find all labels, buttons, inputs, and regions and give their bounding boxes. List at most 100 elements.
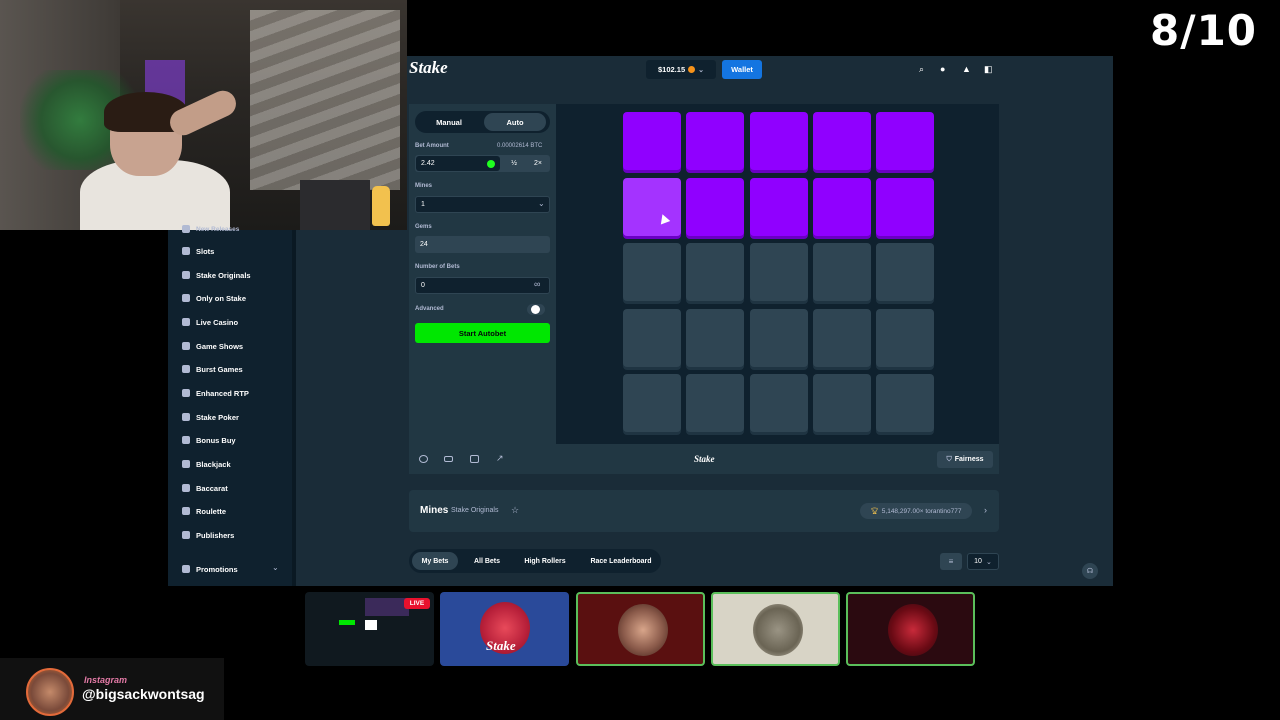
sidebar-item-blackjack[interactable]: Blackjack bbox=[182, 455, 231, 473]
mine-tile[interactable] bbox=[876, 243, 934, 301]
publishers-icon bbox=[182, 531, 190, 539]
sidebar-item-publishers[interactable]: Publishers bbox=[182, 526, 234, 544]
mine-tile[interactable] bbox=[623, 374, 681, 432]
mine-tile[interactable] bbox=[876, 374, 934, 432]
trophy-icon: 🏆︎ bbox=[870, 508, 879, 515]
mine-tile-gem[interactable] bbox=[876, 112, 934, 170]
mines-label: Mines bbox=[415, 183, 433, 189]
sidebar-item-enhanced-rtp[interactable]: Enhanced RTP bbox=[182, 384, 249, 402]
double-bet-button[interactable]: 2× bbox=[528, 156, 548, 171]
game-title: Mines bbox=[420, 505, 449, 516]
mine-tile[interactable] bbox=[813, 243, 871, 301]
chevron-right-icon[interactable]: › bbox=[984, 505, 987, 515]
chevron-down-icon: ⌄ bbox=[538, 199, 545, 208]
theatre-mode-icon[interactable] bbox=[444, 456, 453, 462]
sidebar-toggle-icon[interactable]: ◧ bbox=[984, 64, 993, 75]
mines-select[interactable]: 1 bbox=[415, 196, 550, 213]
start-autobet-button[interactable]: Start Autobet bbox=[415, 323, 550, 343]
mine-tile-gem[interactable] bbox=[686, 112, 744, 170]
sidebar-item-only-on-stake[interactable]: Only on Stake bbox=[182, 289, 246, 307]
list-icon[interactable]: ≡ bbox=[940, 553, 962, 570]
thumbnail-character[interactable] bbox=[846, 592, 975, 666]
search-icon[interactable]: ⌕ bbox=[919, 64, 924, 75]
thumb-stake-logo: Stake bbox=[486, 638, 516, 653]
fairness-button[interactable]: ⛉ Fairness bbox=[937, 451, 993, 468]
stats-icon[interactable] bbox=[470, 455, 479, 463]
support-icon[interactable]: ☊ bbox=[1082, 563, 1098, 579]
user-icon[interactable]: ● bbox=[940, 64, 945, 74]
preview-board bbox=[365, 598, 409, 616]
bet-amount-btc: 0.00002614 BTC bbox=[497, 143, 543, 149]
thumbnail-person[interactable] bbox=[576, 592, 705, 666]
sidebar-item-live-casino[interactable]: Live Casino bbox=[182, 313, 238, 331]
page-size-select[interactable]: 10 ⌄ bbox=[967, 553, 999, 570]
sidebar-item-label: Stake Originals bbox=[196, 270, 251, 280]
sidebar-item-baccarat[interactable]: Baccarat bbox=[182, 479, 228, 497]
mine-tile[interactable] bbox=[686, 309, 744, 367]
live-badge: LIVE bbox=[404, 598, 430, 609]
tab-all-bets[interactable]: All Bets bbox=[466, 552, 508, 570]
game-subtitle[interactable]: Stake Originals bbox=[451, 507, 498, 514]
poker-icon bbox=[182, 413, 190, 421]
sidebar-item-burst-games[interactable]: Burst Games bbox=[182, 360, 243, 378]
preview-button bbox=[339, 620, 355, 625]
wallet-button[interactable]: Wallet bbox=[722, 60, 762, 79]
gems-label: Gems bbox=[415, 224, 432, 230]
tab-manual[interactable]: Manual bbox=[418, 113, 480, 131]
sidebar-item-slots[interactable]: Slots bbox=[182, 242, 214, 260]
mine-tile[interactable] bbox=[623, 309, 681, 367]
instagram-handle: @bigsackwontsag bbox=[82, 686, 205, 702]
number-of-bets-input[interactable]: 0 bbox=[415, 277, 550, 294]
page-size-value: 10 bbox=[974, 558, 982, 565]
chevron-down-icon: ⌄ bbox=[985, 558, 992, 566]
mine-tile-gem[interactable] bbox=[623, 112, 681, 170]
mine-tile-gem[interactable] bbox=[623, 178, 681, 236]
thumbnail-money[interactable] bbox=[711, 592, 840, 666]
sidebar-item-bonus-buy[interactable]: Bonus Buy bbox=[182, 431, 236, 449]
chevron-down-icon[interactable]: ⌄ bbox=[272, 563, 279, 572]
sidebar-item-new-releases[interactable]: New Releases bbox=[182, 220, 239, 238]
sidebar-item-promotions[interactable]: Promotions bbox=[182, 560, 238, 578]
sidebar-item-roulette[interactable]: Roulette bbox=[182, 502, 226, 520]
mine-tile-gem[interactable] bbox=[750, 178, 808, 236]
mine-tile-gem[interactable] bbox=[686, 178, 744, 236]
mine-tile[interactable] bbox=[750, 309, 808, 367]
mine-tile[interactable] bbox=[686, 374, 744, 432]
mine-tile-gem[interactable] bbox=[750, 112, 808, 170]
mine-tile[interactable] bbox=[750, 374, 808, 432]
webcam-stairs bbox=[250, 10, 400, 190]
sidebar-item-label: Enhanced RTP bbox=[196, 388, 249, 398]
infinity-icon[interactable]: ∞ bbox=[534, 279, 540, 289]
mine-tile[interactable] bbox=[623, 243, 681, 301]
tab-race-leaderboard[interactable]: Race Leaderboard bbox=[582, 552, 660, 570]
enhanced-rtp-icon bbox=[182, 389, 190, 397]
balance-selector[interactable]: $102.15 ⌄ bbox=[646, 60, 716, 79]
tab-my-bets[interactable]: My Bets bbox=[412, 552, 458, 570]
sidebar-item-game-shows[interactable]: Game Shows bbox=[182, 337, 243, 355]
roulette-icon bbox=[182, 507, 190, 515]
stake-logo[interactable]: Stake bbox=[409, 58, 448, 78]
mine-tile[interactable] bbox=[686, 243, 744, 301]
mine-tile-gem[interactable] bbox=[876, 178, 934, 236]
sidebar-item-stake-originals[interactable]: Stake Originals bbox=[182, 266, 251, 284]
mine-tile[interactable] bbox=[750, 243, 808, 301]
tab-high-rollers[interactable]: High Rollers bbox=[516, 552, 574, 570]
sidebar-item-label: Baccarat bbox=[196, 483, 228, 493]
chevron-down-icon: ⌄ bbox=[698, 66, 704, 74]
mine-tile-gem[interactable] bbox=[813, 178, 871, 236]
thumbnail-stake-logo[interactable]: Stake bbox=[440, 592, 569, 666]
tab-auto[interactable]: Auto bbox=[484, 113, 546, 131]
mine-tile[interactable] bbox=[813, 374, 871, 432]
big-win-badge[interactable]: 🏆︎ 5,148,297.00× torantino777 bbox=[860, 503, 972, 519]
sidebar-item-stake-poker[interactable]: Stake Poker bbox=[182, 408, 239, 426]
bell-icon[interactable]: ▲ bbox=[962, 64, 971, 74]
favorite-star-icon[interactable]: ☆ bbox=[511, 505, 519, 516]
mine-tile-gem[interactable] bbox=[813, 112, 871, 170]
settings-icon[interactable] bbox=[419, 455, 428, 463]
mine-tile[interactable] bbox=[813, 309, 871, 367]
advanced-label: Advanced bbox=[415, 306, 444, 312]
half-bet-button[interactable]: ½ bbox=[504, 156, 524, 171]
sidebar-item-label: Blackjack bbox=[196, 459, 231, 469]
popout-icon[interactable]: ↗ bbox=[496, 453, 504, 464]
mine-tile[interactable] bbox=[876, 309, 934, 367]
